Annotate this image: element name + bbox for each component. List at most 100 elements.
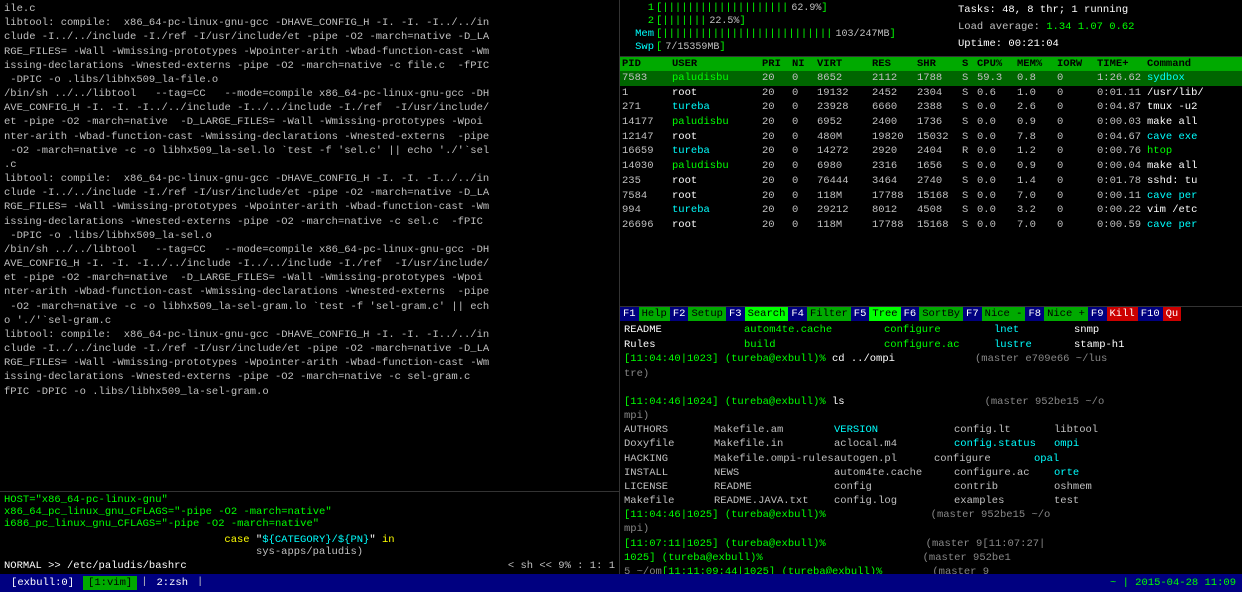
header-time: TIME+ [1097, 58, 1147, 70]
compile-line: libtool: compile: x86_64-pc-linux-gnu-gc… [4, 172, 615, 186]
table-row[interactable]: 7583 paludisbu 20 0 8652 2112 1788 S 59.… [620, 71, 1242, 86]
mem-bar-row: Mem [ ||||||||||||||||||||||||||| 103/24… [624, 28, 948, 40]
ls-output-2: DoxyfileMakefile.inaclocal.m4config.stat… [624, 437, 1238, 451]
cell-time: 0:00.59 [1097, 218, 1147, 233]
fbar-f8-label[interactable]: Nice + [1044, 307, 1088, 321]
fbar-f4[interactable]: F4 Filter [788, 307, 850, 321]
cell-pri: 20 [762, 71, 792, 86]
fbar-f7-label[interactable]: Nice - [982, 307, 1026, 321]
host-line: HOST="x86_64-pc-linux-gnu" [4, 494, 615, 506]
htop-bars: 1 [ |||||||||||||||||||| 62.9% ] 2 [ |||… [624, 2, 948, 54]
fbar-f8[interactable]: F8 Nice + [1025, 307, 1087, 321]
cell-cpu: 0.0 [977, 115, 1017, 130]
cell-res: 2452 [872, 86, 917, 101]
swp-size: 7/15359MB [665, 42, 719, 53]
cell-iorw: 0 [1057, 86, 1097, 101]
cell-time: 0:00.22 [1097, 203, 1147, 218]
cpu2-fill: ||||||| [662, 15, 706, 27]
cell-shr: 1736 [917, 115, 962, 130]
status-tabs[interactable]: [exbull:0] [1:vim] | 2:zsh | [6, 576, 203, 590]
compile-line: RGE_FILES= -Wall -Wmissing-prototypes -W… [4, 45, 615, 59]
file-listing-2: Rules build configure.ac lustre stamp-h1 [624, 338, 1238, 353]
tasks-stat: Tasks: 48, 8 thr; 1 running [958, 2, 1238, 19]
table-row[interactable]: 271 tureba 20 0 23928 6660 2388 S 0.0 2.… [620, 100, 1242, 115]
compile-line: issing-declarations -Wnested-externs -pi… [4, 215, 615, 229]
cflags-line1: x86_64_pc_linux_gnu_CFLAGS="-pipe -O2 -m… [4, 506, 615, 518]
fbar-f9-num: F9 [1088, 307, 1107, 321]
table-row[interactable]: 16659 tureba 20 0 14272 2920 2404 R 0.0 … [620, 144, 1242, 159]
fbar-f2-num: F2 [670, 307, 689, 321]
cell-ni: 0 [792, 86, 817, 101]
table-row[interactable]: 12147 root 20 0 480M 19820 15032 S 0.0 7… [620, 130, 1242, 145]
fbar-f9[interactable]: F9 Kill [1088, 307, 1138, 321]
cpu2-bar-row: 2 [ ||||||| 22.5% ] [624, 15, 948, 27]
compile-line: RGE_FILES= -Wall -Wmissing-prototypes -W… [4, 200, 615, 214]
compile-line: clude -I../../include -I./ref -I/usr/inc… [4, 30, 615, 44]
header-s: S [962, 58, 977, 70]
htop-function-bar[interactable]: F1 Help F2 Setup F3 Search F4 Filter F5 … [620, 306, 1242, 321]
tab-exbull0[interactable]: [exbull:0] [6, 576, 79, 590]
cell-shr: 2388 [917, 100, 962, 115]
cell-pri: 20 [762, 100, 792, 115]
cell-virt: 118M [817, 189, 872, 204]
fbar-f2[interactable]: F2 Setup [670, 307, 726, 321]
table-row[interactable]: 14030 paludisbu 20 0 6980 2316 1656 S 0.… [620, 159, 1242, 174]
cell-res: 19820 [872, 130, 917, 145]
fbar-f3-label[interactable]: Search [745, 307, 789, 321]
fbar-f7[interactable]: F7 Nice - [963, 307, 1025, 321]
terminal-area: README autom4te.cache configure lnet snm… [620, 321, 1242, 574]
process-rows-container: 7583 paludisbu 20 0 8652 2112 1788 S 59.… [620, 71, 1242, 233]
fbar-f10[interactable]: F10 Qu [1138, 307, 1182, 321]
cell-mem: 7.0 [1017, 189, 1057, 204]
cell-cpu: 0.6 [977, 86, 1017, 101]
term-line: [11:04:46|1025] (tureba@exbull)%(master … [624, 508, 1238, 522]
fbar-f4-label[interactable]: Filter [807, 307, 851, 321]
file-listing: README autom4te.cache configure lnet snm… [624, 323, 1238, 338]
tab-vim[interactable]: [1:vim] [83, 576, 137, 590]
fbar-f3[interactable]: F3 Search [726, 307, 788, 321]
cell-cpu: 0.0 [977, 100, 1017, 115]
cell-res: 8012 [872, 203, 917, 218]
fbar-f6[interactable]: F6 SortBy [901, 307, 963, 321]
compile-line: /bin/sh ../../libtool --tag=CC --mode=co… [4, 243, 615, 257]
cell-cmd: sshd: tu [1147, 174, 1240, 189]
fbar-f1-label[interactable]: Help [639, 307, 670, 321]
cell-user: paludisbu [672, 159, 762, 174]
cell-pid: 235 [622, 174, 672, 189]
left-bottom: HOST="x86_64-pc-linux-gnu" x86_64_pc_lin… [0, 491, 619, 574]
fbar-f6-label[interactable]: SortBy [919, 307, 963, 321]
table-row[interactable]: 1 root 20 0 19132 2452 2304 S 0.6 1.0 0 … [620, 86, 1242, 101]
cell-pid: 12147 [622, 130, 672, 145]
header-pid: PID [622, 58, 672, 70]
fbar-f5[interactable]: F5 Tree [851, 307, 901, 321]
fbar-f5-label[interactable]: Tree [869, 307, 900, 321]
cell-virt: 6980 [817, 159, 872, 174]
process-table: PID USER PRI NI VIRT RES SHR S CPU% MEM%… [620, 57, 1242, 306]
table-row[interactable]: 26696 root 20 0 118M 17788 15168 S 0.0 7… [620, 218, 1242, 233]
cell-iorw: 0 [1057, 189, 1097, 204]
term-line: [11:04:46|1024] (tureba@exbull)% ls(mast… [624, 395, 1238, 409]
right-pane: 1 [ |||||||||||||||||||| 62.9% ] 2 [ |||… [620, 0, 1242, 574]
table-row[interactable]: 7584 root 20 0 118M 17788 15168 S 0.0 7.… [620, 189, 1242, 204]
tab-zsh[interactable]: 2:zsh [152, 576, 194, 590]
swp-bar-row: Swp [ 7/15359MB ] [624, 41, 948, 53]
table-row[interactable]: 14177 paludisbu 20 0 6952 2400 1736 S 0.… [620, 115, 1242, 130]
cell-s: S [962, 100, 977, 115]
table-row[interactable]: 235 root 20 0 76444 3464 2740 S 0.0 1.4 … [620, 174, 1242, 189]
compile-line: clude -I../../include -I./ref -I/usr/inc… [4, 186, 615, 200]
cell-cpu: 0.0 [977, 174, 1017, 189]
cell-s: R [962, 144, 977, 159]
term-line: 5 ~/om[11:11:09:44|1025] (tureba@exbull)… [624, 565, 1238, 574]
cell-pri: 20 [762, 130, 792, 145]
fbar-f2-label[interactable]: Setup [688, 307, 726, 321]
table-row[interactable]: 994 tureba 20 0 29212 8012 4508 S 0.0 3.… [620, 203, 1242, 218]
cell-mem: 7.0 [1017, 218, 1057, 233]
cell-iorw: 0 [1057, 174, 1097, 189]
compile-line: .c [4, 158, 615, 172]
fbar-f10-label[interactable]: Qu [1163, 307, 1182, 321]
fbar-f9-label[interactable]: Kill [1107, 307, 1138, 321]
fbar-f1[interactable]: F1 Help [620, 307, 670, 321]
cell-s: S [962, 218, 977, 233]
compile-line: -O2 -march=native -c -o libhx509_la-sel.… [4, 144, 615, 158]
cell-pid: 1 [622, 86, 672, 101]
